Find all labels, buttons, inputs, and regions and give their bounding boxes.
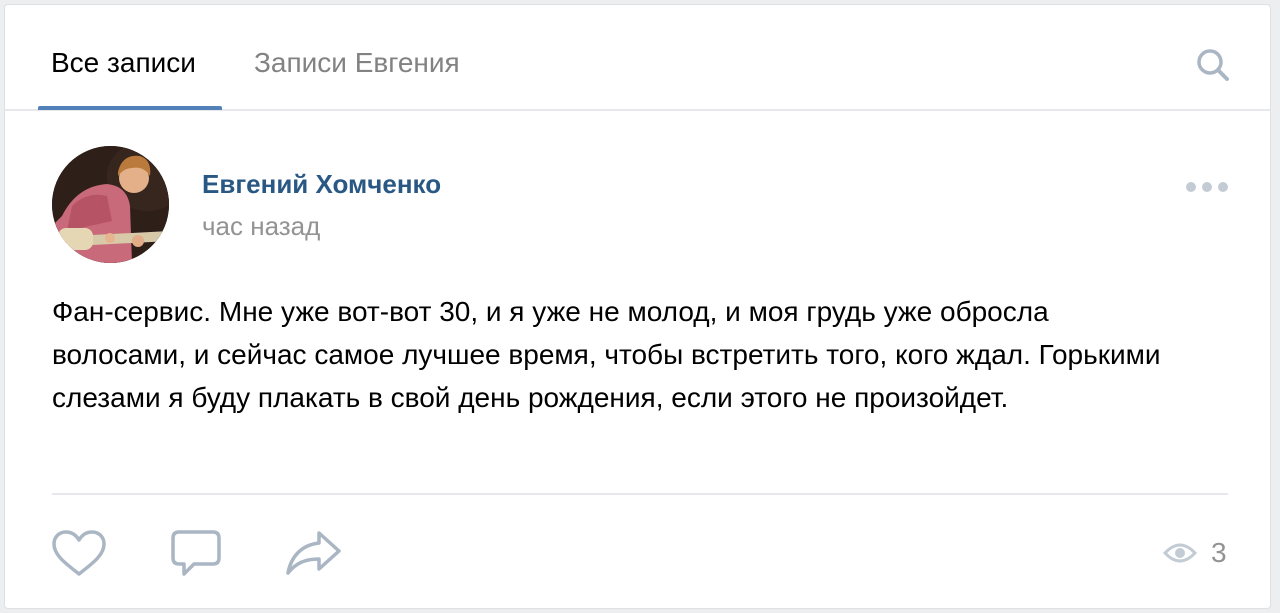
avatar[interactable] bbox=[52, 146, 169, 263]
post-text: Фан-сервис. Мне уже вот-вот 30, и я уже … bbox=[52, 296, 1161, 413]
post-divider bbox=[52, 493, 1228, 495]
eye-icon bbox=[1162, 541, 1198, 565]
views-count: 3 bbox=[1211, 537, 1227, 568]
active-tab-indicator bbox=[38, 106, 222, 110]
tab-owner-posts[interactable]: Записи Евгения bbox=[254, 47, 460, 79]
search-icon[interactable] bbox=[1194, 46, 1232, 84]
post-time[interactable]: час назад bbox=[202, 211, 320, 241]
more-icon[interactable] bbox=[1183, 177, 1231, 197]
heart-icon[interactable] bbox=[51, 529, 107, 579]
wall-tabs: Все записи Записи Евгения bbox=[5, 5, 1270, 111]
views-counter: 3 bbox=[1162, 535, 1227, 571]
post-author[interactable]: Евгений Хомченко bbox=[202, 169, 441, 199]
wall-card: Все записи Записи Евгения Евгений Хомчен… bbox=[4, 4, 1271, 609]
tab-all-posts[interactable]: Все записи bbox=[51, 47, 196, 79]
comment-icon[interactable] bbox=[170, 529, 222, 579]
share-icon[interactable] bbox=[285, 529, 343, 579]
